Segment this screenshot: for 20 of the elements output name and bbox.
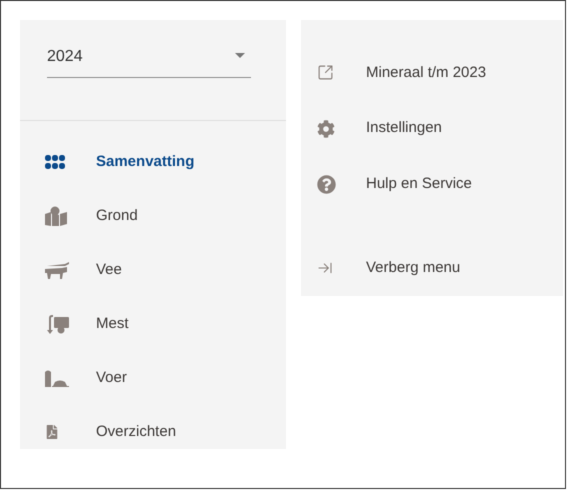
nav-item[interactable]: Grond (20, 189, 286, 243)
menu-item[interactable]: Instellingen (301, 100, 563, 156)
menu-item[interactable]: Mineraal t/m 2023 (301, 45, 563, 101)
pdf-icon (45, 425, 59, 439)
map-pin-icon (45, 206, 67, 226)
nav-item[interactable]: Samenvatting (20, 135, 286, 189)
nav-item[interactable]: Overzichten (20, 405, 286, 459)
year-select[interactable]: 2024 (47, 45, 251, 78)
menu-item[interactable]: Hulp en Service (301, 156, 563, 212)
help-icon (317, 174, 336, 194)
dot-grid-icon (45, 155, 65, 169)
menu-item[interactable]: Verberg menu (301, 240, 563, 296)
settings-icon (317, 120, 335, 138)
tanker-icon (45, 314, 69, 334)
dropdown-caret-icon (235, 53, 245, 58)
nav-item[interactable]: Voer (20, 351, 286, 405)
nav-item[interactable]: Mest (20, 297, 286, 351)
nav-item[interactable]: Vee (20, 243, 286, 297)
external-link-icon (317, 64, 334, 82)
silo-icon (45, 369, 69, 387)
